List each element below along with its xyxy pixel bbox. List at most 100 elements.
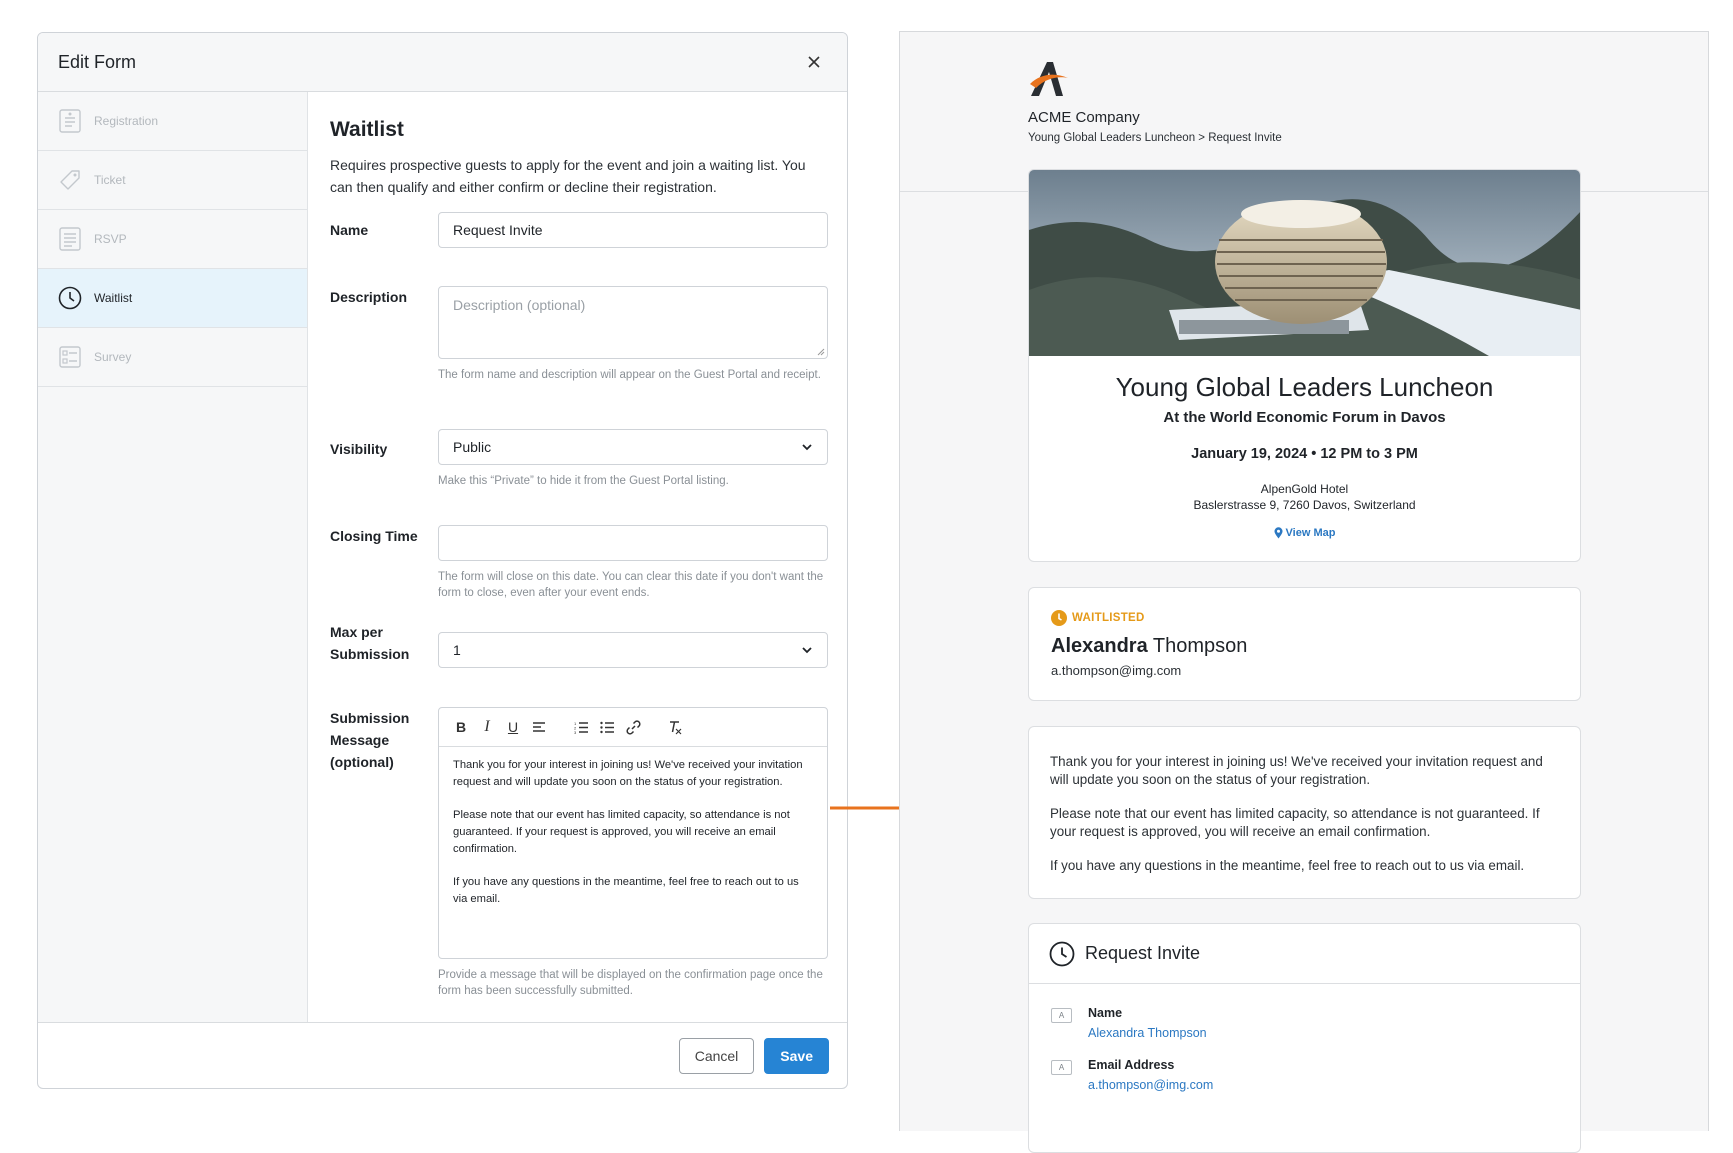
resize-handle-icon[interactable] [817, 348, 825, 356]
acme-logo [1030, 62, 1068, 96]
max-per-submission-value: 1 [453, 642, 461, 658]
visibility-value: Public [453, 439, 492, 455]
align-left-icon [533, 722, 545, 732]
checklist-icon [58, 345, 82, 369]
modal-footer: Cancel Save [38, 1022, 847, 1088]
status-label: WAITLISTED [1072, 612, 1145, 624]
description-help: The form name and description will appea… [438, 369, 821, 381]
link-icon [625, 719, 641, 735]
view-map-label: View Map [1285, 527, 1336, 539]
venue-name: AlpenGold Hotel [1260, 482, 1349, 496]
name-input[interactable]: Request Invite [438, 212, 828, 248]
form-settings-panel: Waitlist Requires prospective guests to … [308, 92, 847, 1022]
underline-button[interactable]: U [503, 717, 523, 737]
ticket-icon [58, 168, 82, 192]
cancel-button[interactable]: Cancel [678, 1037, 755, 1074]
sidebar-item-waitlist[interactable]: Waitlist [38, 269, 307, 328]
field-value: Alexandra Thompson [1088, 1026, 1207, 1040]
event-title: Young Global Leaders Luncheon [1115, 372, 1494, 402]
field-value: a.thompson@img.com [1088, 1078, 1214, 1092]
venue-address: Baslerstrasse 9, 7260 Davos, Switzerland [1193, 498, 1416, 512]
visibility-help: Make this “Private” to hide it from the … [438, 475, 729, 487]
guest-last-name: Thompson [1152, 635, 1248, 657]
sidebar-item-label: Ticket [94, 173, 126, 187]
list-document-icon [58, 227, 82, 251]
view-map-link[interactable]: View Map [1274, 527, 1336, 539]
portal-header: ACME Company Young Global Leaders Lunche… [900, 32, 1708, 192]
field-label: Email Address [1088, 1058, 1175, 1072]
clock-icon [1049, 941, 1075, 966]
editor-toolbar: B I U 123 [439, 708, 827, 747]
submission-message-help: Provide a message that will be displayed… [438, 969, 823, 997]
ordered-list-button[interactable]: 123 [571, 717, 591, 737]
max-per-submission-label: Max per Submission [330, 624, 410, 662]
text-field-icon: A [1051, 1008, 1072, 1023]
event-date: January 19, 2024 • 12 PM to 3 PM [1191, 446, 1418, 462]
guest-first-name: Alexandra [1051, 635, 1148, 657]
close-icon [808, 56, 820, 68]
event-card: Young Global Leaders Luncheon At the Wor… [1028, 169, 1581, 562]
breadcrumb[interactable]: Young Global Leaders Luncheon > Request … [1028, 132, 1708, 144]
chevron-down-icon [802, 444, 812, 451]
name-label: Name [330, 222, 369, 238]
bold-button[interactable]: B [451, 717, 471, 737]
company-name: ACME Company [1028, 109, 1140, 126]
svg-text:3: 3 [574, 730, 577, 734]
editor-paragraph: Thank you for your interest in joining u… [453, 759, 803, 788]
closing-time-input[interactable] [438, 525, 828, 561]
message-paragraph: Please note that our event has limited c… [1050, 806, 1540, 839]
sidebar-item-label: Survey [94, 350, 132, 364]
submitted-field: A Name Alexandra Thompson [1029, 1006, 1580, 1040]
event-info: Young Global Leaders Luncheon At the Wor… [1029, 372, 1580, 544]
sidebar-item-rsvp[interactable]: RSVP [38, 210, 307, 269]
editor-paragraph: Please note that our event has limited c… [453, 809, 790, 855]
visibility-select[interactable]: Public [438, 429, 828, 465]
closing-time-label: Closing Time [330, 528, 418, 544]
sidebar-item-registration[interactable]: Registration [38, 92, 307, 151]
editor-paragraph: If you have any questions in the meantim… [453, 875, 799, 905]
align-button[interactable] [529, 717, 549, 737]
link-button[interactable] [623, 717, 643, 737]
bullet-list-button[interactable] [597, 717, 617, 737]
map-pin-icon [1274, 527, 1283, 539]
rich-text-editor: B I U 123 Thank you for your interest in… [438, 707, 828, 959]
clock-icon [58, 286, 82, 310]
visibility-label: Visibility [330, 441, 388, 457]
message-paragraph: If you have any questions in the meantim… [1050, 858, 1525, 873]
ordered-list-icon: 123 [574, 721, 588, 734]
modal-header: Edit Form [38, 33, 847, 92]
italic-button[interactable]: I [477, 717, 497, 737]
confirmation-message-card: Thank you for your interest in joining u… [1028, 726, 1581, 899]
status-badge: WAITLISTED [1051, 610, 1558, 626]
modal-title: Edit Form [58, 51, 137, 72]
description-placeholder: Description (optional) [453, 297, 586, 313]
modal-body: Registration Ticket RSVP Waitlist Survey… [38, 92, 847, 1022]
sidebar-item-survey[interactable]: Survey [38, 328, 307, 387]
save-button[interactable]: Save [764, 1037, 829, 1074]
request-invite-title: Request Invite [1085, 943, 1201, 963]
max-per-submission-select[interactable]: 1 [438, 632, 828, 668]
section-description: Requires prospective guests to apply for… [330, 157, 806, 195]
request-invite-header: Request Invite [1029, 924, 1580, 984]
sidebar-item-label: Registration [94, 114, 159, 128]
message-paragraph: Thank you for your interest in joining u… [1050, 754, 1543, 787]
document-icon [58, 109, 82, 133]
description-input[interactable]: Description (optional) [438, 286, 828, 359]
registration-status-card: WAITLISTED Alexandra Thompson a.thompson… [1028, 587, 1581, 701]
description-label: Description [330, 289, 408, 305]
clear-format-button[interactable] [665, 717, 685, 737]
text-field-icon: A [1051, 1060, 1072, 1075]
sidebar-item-ticket[interactable]: Ticket [38, 151, 307, 210]
guest-portal-preview: ACME Company Young Global Leaders Lunche… [899, 31, 1709, 1153]
editor-content[interactable]: Thank you for your interest in joining u… [439, 747, 827, 907]
submitted-field: A Email Address a.thompson@img.com [1029, 1058, 1580, 1092]
close-button[interactable] [801, 49, 827, 75]
field-label: Name [1088, 1006, 1123, 1020]
sidebar-item-label: RSVP [94, 232, 127, 246]
sidebar-item-label: Waitlist [94, 291, 133, 305]
section-title: Waitlist [330, 118, 404, 141]
closing-time-help: The form will close on this date. You ca… [438, 571, 824, 599]
edit-form-modal: Edit Form Registration Ticket RSVP Waitl… [37, 32, 848, 1089]
guest-email: a.thompson@img.com [1051, 663, 1182, 678]
form-type-sidebar: Registration Ticket RSVP Waitlist Survey [38, 92, 308, 1022]
